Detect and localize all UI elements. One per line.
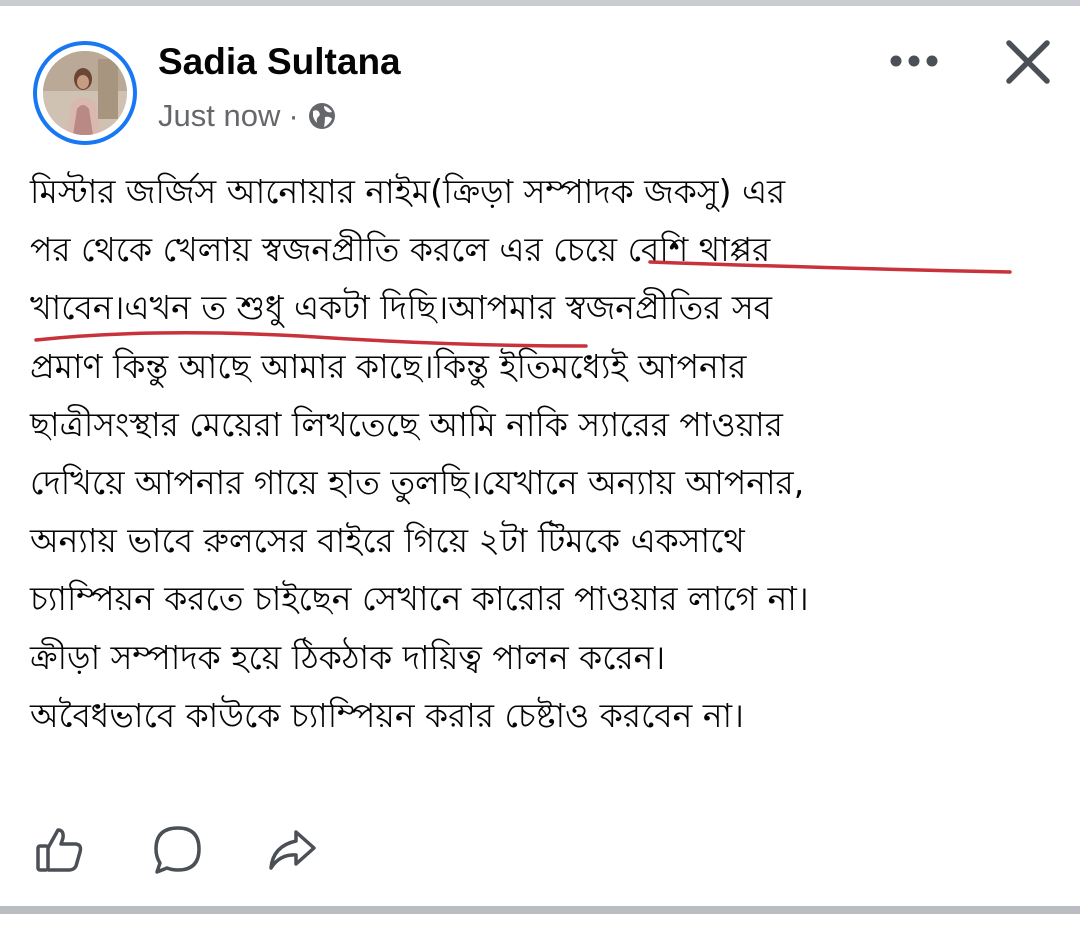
more-horizontal-icon <box>888 53 940 72</box>
like-button[interactable] <box>30 822 90 882</box>
post-line: খাবেন।এখন ত শুধু একটা দিছি।আপমার স্বজনপ্… <box>30 288 773 328</box>
bottom-spacer <box>0 914 1080 926</box>
post-line: অবৈধভাবে কাউকে চ্যাম্পিয়ন করার চেষ্টাও … <box>30 695 744 735</box>
bottom-divider <box>0 906 1080 914</box>
post-line: দেখিয়ে আপনার গায়ে হাত তুলছি।যেখানে অন্… <box>30 462 805 502</box>
post-line: পর থেকে খেলায় স্বজনপ্রীতি করলে এর চেয়ে… <box>30 230 771 270</box>
more-options-button[interactable] <box>882 42 946 82</box>
post-line: প্রমাণ কিন্তু আছে আমার কাছে।কিন্তু ইতিমধ… <box>30 346 747 386</box>
post-meta: Just now · <box>158 96 337 136</box>
top-divider <box>0 0 1080 6</box>
avatar[interactable] <box>33 41 137 145</box>
timestamp[interactable]: Just now <box>158 98 280 134</box>
close-button[interactable] <box>1000 36 1056 92</box>
comment-button[interactable] <box>148 822 208 882</box>
close-icon <box>1005 39 1051 89</box>
post-line: অন্যায় ভাবে রুলসের বাইরে গিয়ে ২টা টিমক… <box>30 521 745 561</box>
post-line: ক্রীড়া সম্পাদক হয়ে ঠিকঠাক দায়িত্ব পাল… <box>30 637 666 677</box>
post-line: মিস্টার জর্জিস আনোয়ার নাইম(ক্রিড়া সম্প… <box>30 172 786 211</box>
post-line: চ্যাম্পিয়ন করতে চাইছেন সেখানে কারোর পাও… <box>30 579 809 619</box>
author-name[interactable]: Sadia Sultana <box>158 40 401 84</box>
globe-icon[interactable] <box>307 101 337 131</box>
meta-separator: · <box>288 98 299 133</box>
post-card: Sadia Sultana Just now · মিস্টার জর্জিস … <box>0 0 1080 926</box>
avatar-photo <box>43 51 127 135</box>
comment-icon <box>151 823 205 881</box>
post-line: ছাত্রীসংস্থার মেয়েরা লিখতেছে আমি নাকি স… <box>30 404 783 444</box>
share-icon <box>266 824 318 880</box>
like-icon <box>34 824 86 880</box>
share-button[interactable] <box>262 822 322 882</box>
post-body: মিস্টার জর্জিস আনোয়ার নাইম(ক্রিড়া সম্প… <box>30 163 1060 745</box>
